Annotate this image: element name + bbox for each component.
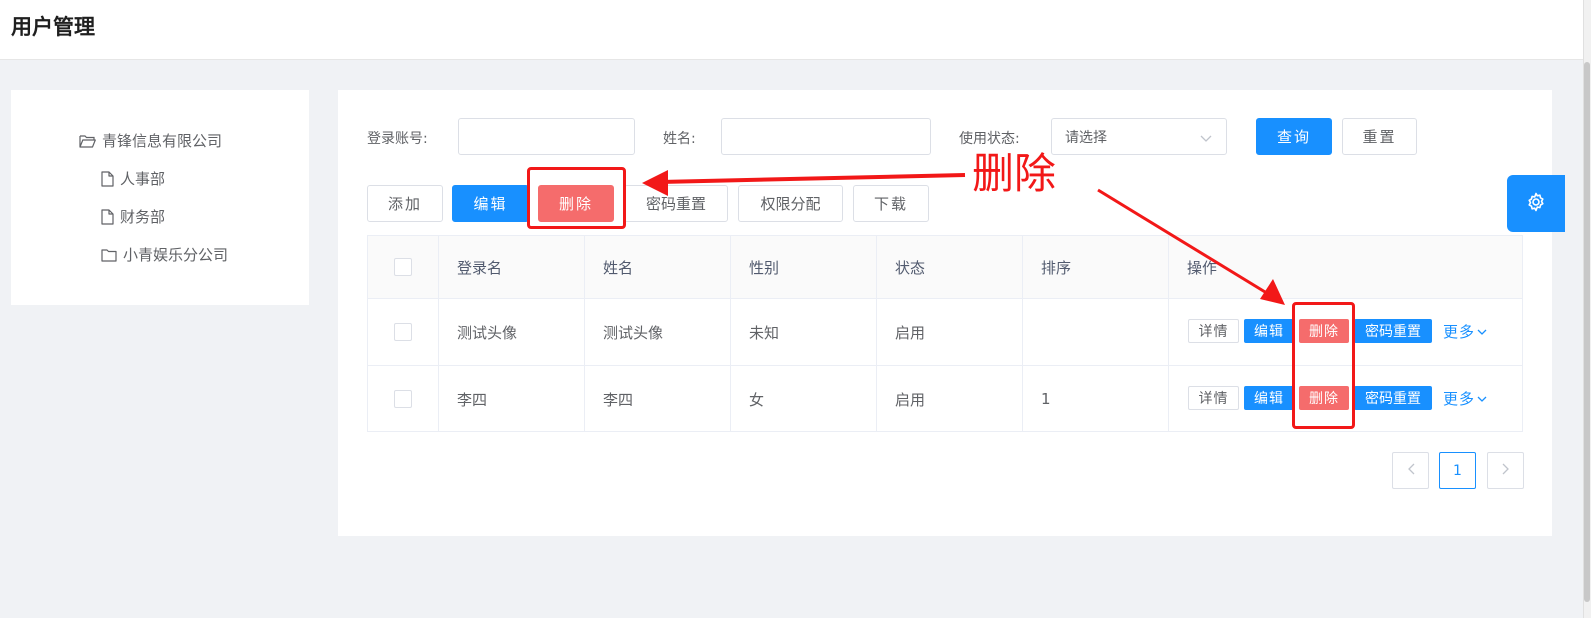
annotation-arrows (642, 170, 1285, 305)
